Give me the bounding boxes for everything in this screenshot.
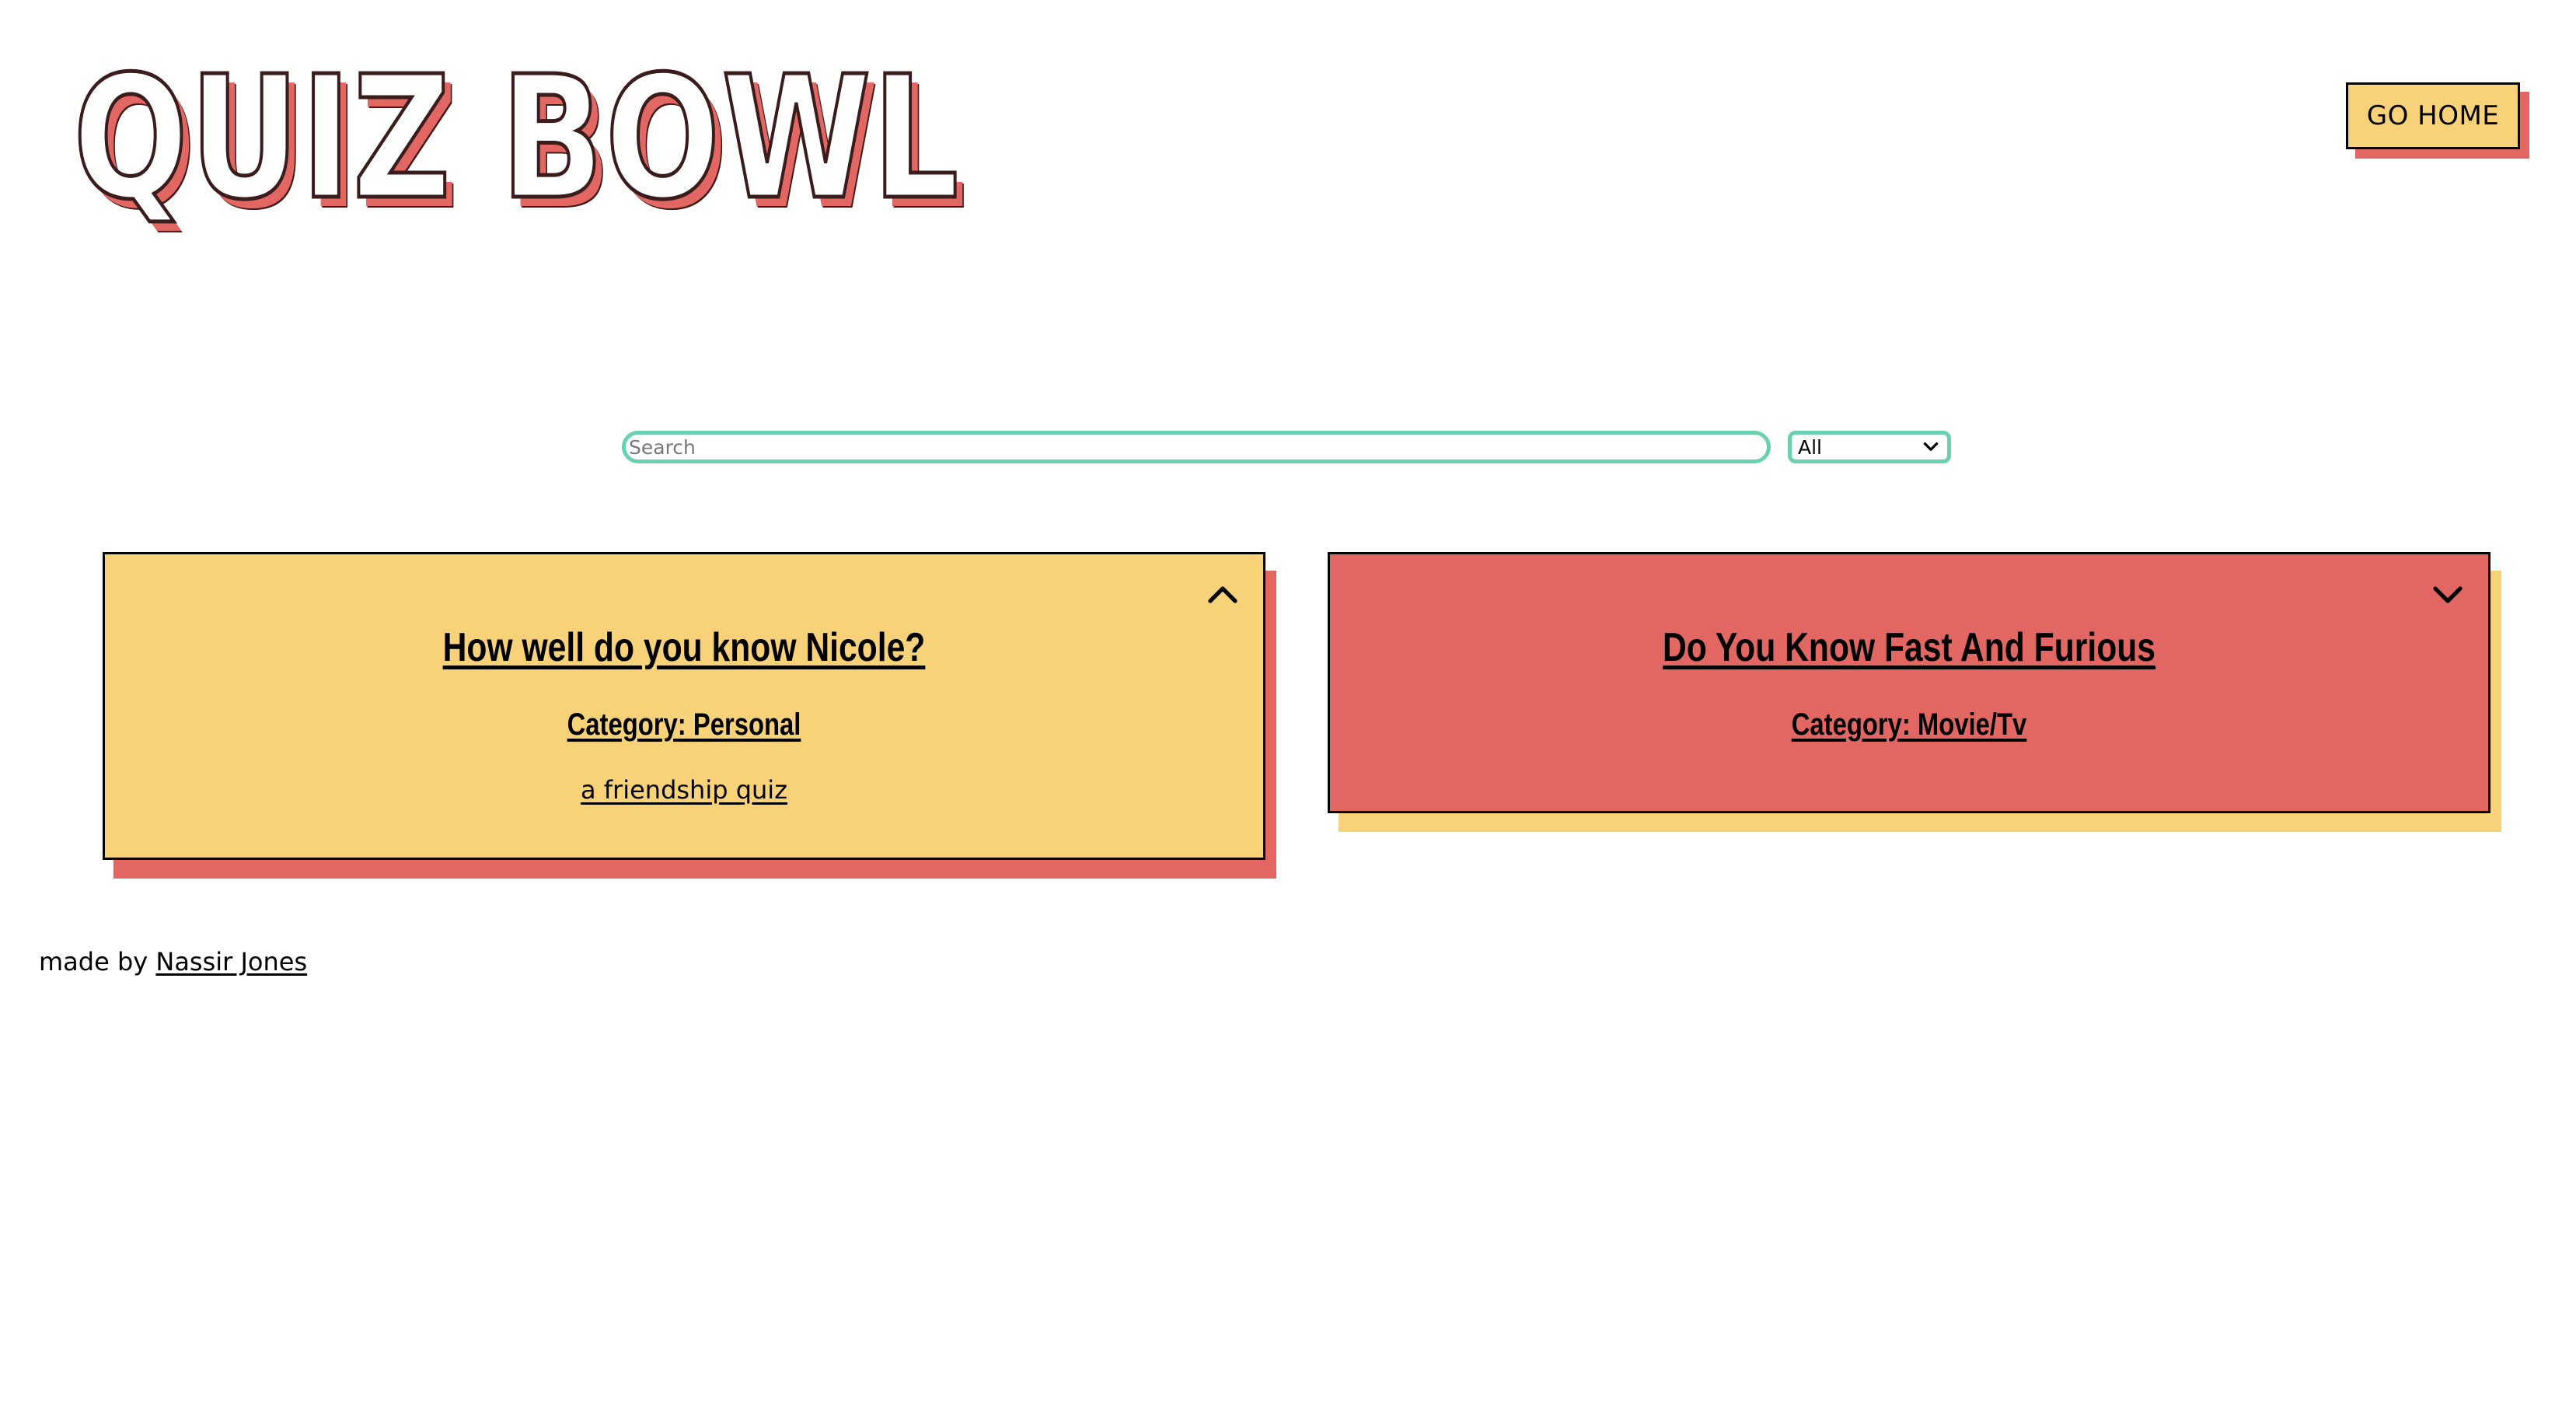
author-link[interactable]: Nassir Jones — [155, 947, 307, 977]
chevron-down-icon — [1923, 442, 1939, 451]
quiz-bowl-logo: QUIZ BOWL — [72, 40, 961, 237]
quiz-title-link[interactable]: Do You Know Fast And Furious — [1434, 624, 2384, 671]
quiz-category: Category: Movie/Tv — [1791, 708, 2027, 742]
chevron-down-icon[interactable] — [2429, 576, 2466, 613]
chevron-up-icon[interactable] — [1204, 576, 1241, 613]
go-home-button[interactable]: GO HOME — [2346, 82, 2520, 149]
quiz-card: How well do you know Nicole? Category: P… — [103, 552, 1276, 879]
footer: made by Nassir Jones — [39, 947, 307, 977]
category-filter-select[interactable]: All — [1788, 431, 1951, 463]
quiz-card-body: How well do you know Nicole? Category: P… — [103, 552, 1265, 860]
footer-prefix: made by — [39, 947, 148, 977]
quiz-category: Category: Personal — [567, 708, 801, 742]
quiz-description: a friendship quiz — [581, 775, 787, 805]
quiz-title-link[interactable]: How well do you know Nicole? — [209, 624, 1159, 671]
quiz-card-body: Do You Know Fast And Furious Category: M… — [1328, 552, 2490, 813]
search-input[interactable] — [622, 431, 1771, 463]
go-home-button-wrap: GO HOME — [2346, 82, 2529, 159]
quiz-card: Do You Know Fast And Furious Category: M… — [1328, 552, 2501, 832]
category-filter-value: All — [1798, 435, 1822, 459]
